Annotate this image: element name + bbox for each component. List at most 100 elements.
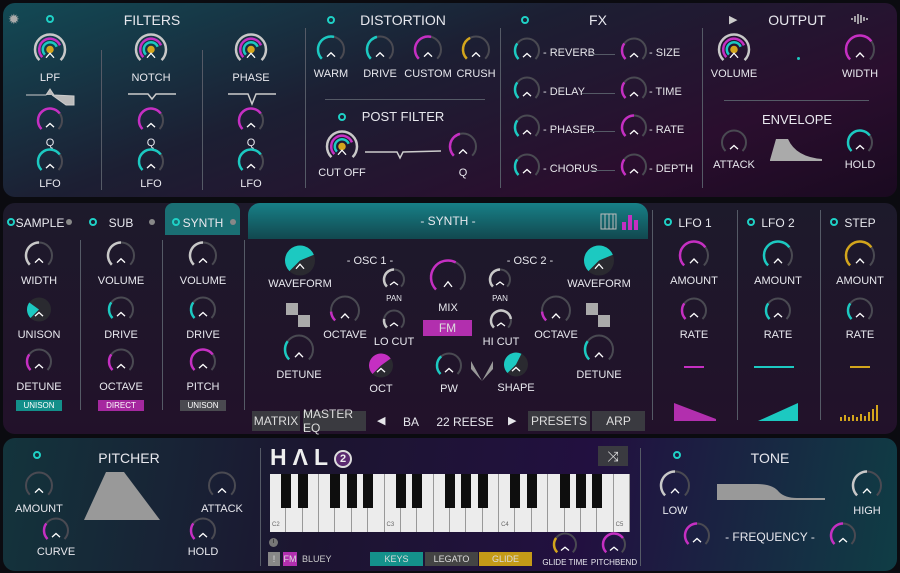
width-knob[interactable] <box>843 33 877 72</box>
master-eq-button[interactable]: MASTER EQ <box>303 407 366 435</box>
black-key[interactable] <box>363 474 374 508</box>
tab-synth[interactable]: SYNTH <box>183 216 224 230</box>
black-key[interactable] <box>445 474 455 508</box>
preset-bank[interactable]: BA <box>403 415 419 429</box>
black-key[interactable] <box>395 474 406 508</box>
notch-knob[interactable] <box>133 32 169 73</box>
lpf-lfo-knob[interactable] <box>35 147 65 182</box>
settings-gear-icon[interactable]: ✹ <box>8 11 20 28</box>
osc1-wave-shape-icon[interactable] <box>286 303 312 329</box>
lo-cut-knob[interactable] <box>381 308 407 339</box>
lfo1-shape-graph[interactable] <box>674 403 716 421</box>
pitcher-power-icon[interactable] <box>33 451 41 459</box>
sample-width-knob[interactable] <box>23 240 55 277</box>
size-knob[interactable] <box>619 36 649 71</box>
black-key[interactable] <box>281 474 292 508</box>
step-power-icon[interactable] <box>830 218 838 226</box>
osc1-detune-knob[interactable] <box>282 333 316 372</box>
sample-unison-knob[interactable] <box>24 295 54 330</box>
osc2-octave-knob[interactable] <box>539 294 573 333</box>
tab-step[interactable]: STEP <box>844 216 875 230</box>
osc1-pan-knob[interactable] <box>381 267 407 298</box>
keys-button[interactable]: KEYS <box>370 552 423 566</box>
black-key[interactable] <box>297 474 308 508</box>
filters-power-icon[interactable] <box>46 15 54 23</box>
lfo2-rate-knob[interactable] <box>763 296 793 331</box>
osc2-pan-knob[interactable] <box>487 267 513 298</box>
glide-button[interactable]: GLIDE <box>479 552 532 566</box>
lfo1-power-icon[interactable] <box>664 218 672 226</box>
lfo2-amount-knob[interactable] <box>761 239 795 278</box>
piano-keyboard[interactable]: C2 C3 C4 C5 <box>270 474 630 532</box>
preset-name[interactable]: 22 REESE <box>436 415 493 429</box>
delay-knob[interactable] <box>512 75 542 110</box>
step-shape-graph[interactable] <box>840 403 880 421</box>
lfo2-power-icon[interactable] <box>747 218 755 226</box>
distortion-power-icon[interactable] <box>327 16 335 24</box>
black-key[interactable] <box>559 474 570 508</box>
crush-knob[interactable] <box>460 34 492 71</box>
step-rate-knob[interactable] <box>845 296 875 331</box>
sub-volume-knob[interactable] <box>105 240 137 277</box>
legato-button[interactable]: LEGATO <box>425 552 478 566</box>
warning-button[interactable]: ! <box>268 552 280 566</box>
presets-button[interactable]: PRESETS <box>528 411 590 431</box>
tone-high-knob[interactable] <box>850 469 884 508</box>
chorus-knob[interactable] <box>512 152 542 187</box>
tab-sample[interactable]: SAMPLE <box>16 216 65 230</box>
keyboard-view-icon[interactable] <box>600 213 640 231</box>
black-key[interactable] <box>592 474 603 508</box>
osc2-detune-knob[interactable] <box>582 333 616 372</box>
tab-sub[interactable]: SUB <box>109 216 134 230</box>
prev-preset-icon[interactable]: ◀ <box>377 414 385 427</box>
phaser-knob[interactable] <box>512 113 542 148</box>
hi-cut-knob[interactable] <box>488 308 514 339</box>
custom-knob[interactable] <box>412 34 444 71</box>
drive-knob[interactable] <box>364 34 396 71</box>
volume-knob[interactable] <box>716 32 752 73</box>
shape-knob[interactable] <box>501 350 531 385</box>
sample-power-icon[interactable] <box>7 218 15 226</box>
black-key[interactable] <box>330 474 341 508</box>
tab-lfo1[interactable]: LFO 1 <box>678 216 711 230</box>
attack-knob[interactable] <box>719 128 749 163</box>
black-key[interactable] <box>461 474 472 508</box>
sub-mode-badge[interactable]: DIRECT <box>98 400 144 411</box>
notch-lfo-knob[interactable] <box>136 147 166 182</box>
arp-button[interactable]: ARP <box>592 411 645 431</box>
pw-knob[interactable] <box>434 351 464 386</box>
step-amount-knob[interactable] <box>843 239 877 278</box>
hold-knob[interactable] <box>845 128 875 163</box>
info-icon[interactable]: i <box>269 538 278 547</box>
lfo2-shape-graph[interactable] <box>758 403 798 421</box>
frequency-knob-left[interactable] <box>682 521 712 556</box>
tone-low-knob[interactable] <box>658 469 692 508</box>
depth-knob[interactable] <box>619 152 649 187</box>
tab-lfo2[interactable]: LFO 2 <box>761 216 794 230</box>
lpf-knob[interactable] <box>32 32 68 73</box>
black-key[interactable] <box>477 474 488 508</box>
fx-power-icon[interactable] <box>521 16 529 24</box>
post-filter-q-knob[interactable] <box>447 131 479 168</box>
notch-q-knob[interactable] <box>136 106 166 141</box>
white-key[interactable]: C5 <box>613 474 630 532</box>
lpf-q-knob[interactable] <box>35 106 65 141</box>
sub-octave-knob[interactable] <box>106 347 136 382</box>
black-key[interactable] <box>412 474 423 508</box>
sub-power-icon[interactable] <box>89 218 97 226</box>
lfo1-rate-knob[interactable] <box>679 296 709 331</box>
play-icon[interactable]: ▶ <box>729 13 737 26</box>
oct-knob[interactable] <box>366 351 396 386</box>
sub-drive-knob[interactable] <box>106 295 136 330</box>
synth-drive-knob[interactable] <box>188 295 218 330</box>
fm-button[interactable]: FM <box>423 320 472 336</box>
waveform-icon[interactable] <box>850 13 872 25</box>
lfo1-amount-knob[interactable] <box>677 239 711 278</box>
cutoff-knob[interactable] <box>324 129 360 170</box>
black-key[interactable] <box>575 474 586 508</box>
tone-power-icon[interactable] <box>673 451 681 459</box>
black-key[interactable] <box>510 474 521 508</box>
shuffle-button[interactable]: ⤨ <box>598 446 628 466</box>
warm-knob[interactable] <box>315 34 347 71</box>
phase-q-knob[interactable] <box>236 106 266 141</box>
